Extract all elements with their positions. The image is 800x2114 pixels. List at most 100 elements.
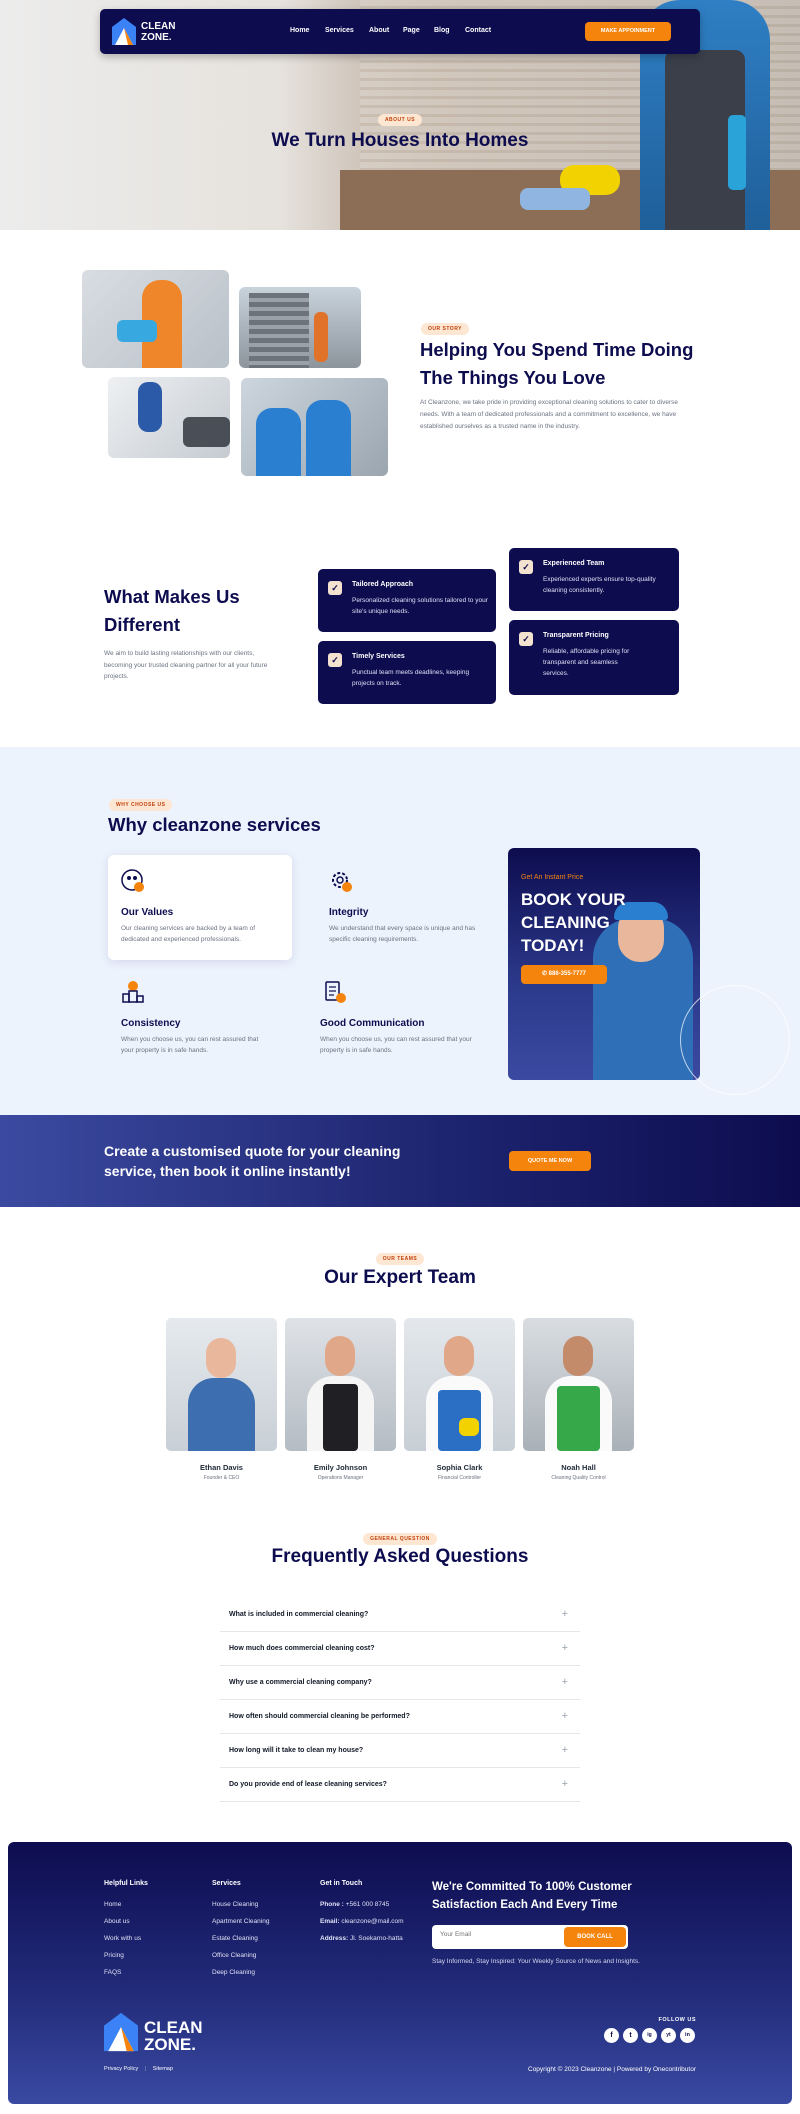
member-name: Sophia Clark [436, 1463, 483, 1472]
youtube-icon[interactable]: yt [661, 2028, 676, 2043]
feature-title: Transparent Pricing [543, 632, 609, 639]
podium-icon [121, 980, 145, 1004]
faq-question: Why use a commercial cleaning company? [229, 1679, 372, 1686]
facebook-icon[interactable]: f [604, 2028, 619, 2043]
logo-icon[interactable] [112, 18, 136, 45]
member-photo-face [563, 1336, 593, 1376]
why-item-desc: When you choose us, you can rest assured… [320, 1036, 472, 1054]
nav-home[interactable]: Home [290, 27, 309, 34]
footer-link-home[interactable]: Home [104, 1901, 121, 1908]
footer-link-about[interactable]: About us [104, 1918, 130, 1925]
why-title: Why cleanzone services [108, 814, 321, 835]
faq-item[interactable]: What is included in commercial cleaning?… [220, 1598, 580, 1632]
story-photo-tower [249, 293, 309, 368]
faq-item[interactable]: Do you provide end of lease cleaning ser… [220, 1768, 580, 1802]
faq-item[interactable]: Why use a commercial cleaning company? + [220, 1666, 580, 1700]
team-member-card[interactable]: Ethan Davis Founder & CEO [166, 1318, 277, 1481]
member-photo-apron [323, 1384, 358, 1451]
why-item-desc: Our cleaning services are backed by a te… [121, 925, 256, 943]
quote-me-now-button[interactable]: QUOTE ME NOW [509, 1151, 591, 1171]
footer-service-link[interactable]: Apartment Cleaning [212, 1918, 269, 1925]
nav-contact[interactable]: Contact [465, 27, 491, 34]
instagram-icon[interactable]: ig [642, 2028, 657, 2043]
plus-icon[interactable]: + [562, 1608, 568, 1620]
footer-logo-text[interactable]: CLEAN ZONE. [144, 2019, 203, 2053]
team-member-card[interactable]: Emily Johnson Operations Manager [285, 1318, 396, 1481]
faq-item[interactable]: How often should commercial cleaning be … [220, 1700, 580, 1734]
phone-value[interactable]: +561 000 8745 [346, 1901, 390, 1908]
plus-icon[interactable]: + [562, 1778, 568, 1790]
nav-page[interactable]: Page [403, 27, 420, 34]
footer-service-link[interactable]: House Cleaning [212, 1901, 258, 1908]
faq-item[interactable]: How long will it take to clean my house?… [220, 1734, 580, 1768]
twitter-icon[interactable]: t [623, 2028, 638, 2043]
footer-service-link[interactable]: Estate Cleaning [212, 1935, 258, 1942]
hero-title: We Turn Houses Into Homes [271, 130, 529, 151]
team-title: Our Expert Team [324, 1267, 476, 1288]
why-badge-wrap: WHY CHOOSE US [109, 793, 173, 811]
plus-icon[interactable]: + [562, 1676, 568, 1688]
member-role: Cleaning Quality Control [551, 1475, 606, 1481]
different-title-line2: Different [104, 614, 181, 635]
footer-link-faqs[interactable]: FAQS [104, 1969, 121, 1976]
member-photo-apron [557, 1386, 600, 1451]
nav-services[interactable]: Services [325, 27, 354, 34]
logo-line2: ZONE. [141, 32, 172, 43]
check-icon: ✓ [519, 560, 533, 574]
make-appointment-button[interactable]: MAKE APPOINMENT [585, 22, 671, 41]
member-photo-face [325, 1336, 355, 1376]
promo-line2: CLEANING [521, 913, 610, 932]
call-phone-button[interactable]: ✆ 886-355-7777 [521, 965, 607, 984]
footer-link-work[interactable]: Work with us [104, 1935, 141, 1942]
different-title: What Makes Us Different [104, 583, 240, 639]
story-photo-building [239, 287, 361, 368]
feature-desc: Reliable, affordable pricing for transpa… [543, 648, 630, 677]
plus-icon[interactable]: + [562, 1744, 568, 1756]
why-item-title: Consistency [121, 1018, 181, 1029]
footer-logo-icon[interactable] [104, 2012, 138, 2052]
member-photo [404, 1318, 515, 1451]
team-member-card[interactable]: Sophia Clark Financial Controller [404, 1318, 515, 1481]
different-text: We aim to build lasting relationships wi… [104, 650, 268, 680]
faq-question: Do you provide end of lease cleaning ser… [229, 1781, 387, 1788]
feature-card-pricing: ✓ Transparent Pricing Reliable, affordab… [509, 620, 679, 695]
book-call-button[interactable]: BOOK CALL [564, 1927, 626, 1947]
booking-promo-card: Get An Instant Price BOOK YOUR CLEANING … [508, 848, 700, 1080]
footer-cta-title: We're Committed To 100% Customer Satisfa… [432, 1878, 632, 1914]
linkedin-icon[interactable]: in [680, 2028, 695, 2043]
faq-question: How often should commercial cleaning be … [229, 1713, 410, 1720]
story-text: At Cleanzone, we take pride in providing… [420, 399, 678, 430]
member-photo-face [444, 1336, 474, 1376]
footer-service-link[interactable]: Office Cleaning [212, 1952, 256, 1959]
team-badge-wrap: OUR TEAMS [0, 1247, 800, 1265]
different-title-line1: What Makes Us [104, 586, 240, 607]
email-value[interactable]: cleanzone@mail.com [341, 1918, 403, 1925]
story-photo-kitchen [241, 378, 388, 476]
plus-icon[interactable]: + [562, 1710, 568, 1722]
faq-item[interactable]: How much does commercial cleaning cost? + [220, 1632, 580, 1666]
story-title: Helping You Spend Time Doing The Things … [420, 336, 720, 392]
story-badge: OUR STORY [421, 323, 469, 335]
quote-line2: service, then book it online instantly! [104, 1163, 351, 1179]
nav-about[interactable]: About [369, 27, 389, 34]
why-item-title: Integrity [329, 907, 369, 918]
why-item-title: Good Communication [320, 1018, 425, 1029]
check-icon: ✓ [328, 653, 342, 667]
feature-desc: Experienced experts ensure top-quality c… [543, 576, 656, 594]
team-member-card[interactable]: Noah Hall Cleaning Quality Control [523, 1318, 634, 1481]
footer-link-pricing[interactable]: Pricing [104, 1952, 124, 1959]
nav-blog[interactable]: Blog [434, 27, 450, 34]
sitemap-link[interactable]: Sitemap [153, 2066, 173, 2072]
story-photo-sofa [183, 417, 230, 447]
quote-text: Create a customised quote for your clean… [104, 1141, 400, 1181]
footer-service-link[interactable]: Deep Cleaning [212, 1969, 255, 1976]
email-input[interactable] [440, 1931, 540, 1938]
privacy-policy-link[interactable]: Privacy Policy [104, 2066, 138, 2072]
address-value: Jl. Soekarno-hatta [350, 1935, 403, 1942]
footer-contact-title: Get in Touch [320, 1880, 363, 1887]
logo-text[interactable]: CLEAN ZONE. [141, 21, 175, 43]
footer-email: Email: cleanzone@mail.com [320, 1918, 404, 1925]
plus-icon[interactable]: + [562, 1642, 568, 1654]
newsletter-note: Stay Informed, Stay Inspired: Your Weekl… [432, 1958, 640, 1965]
member-role: Founder & CEO [203, 1475, 240, 1481]
